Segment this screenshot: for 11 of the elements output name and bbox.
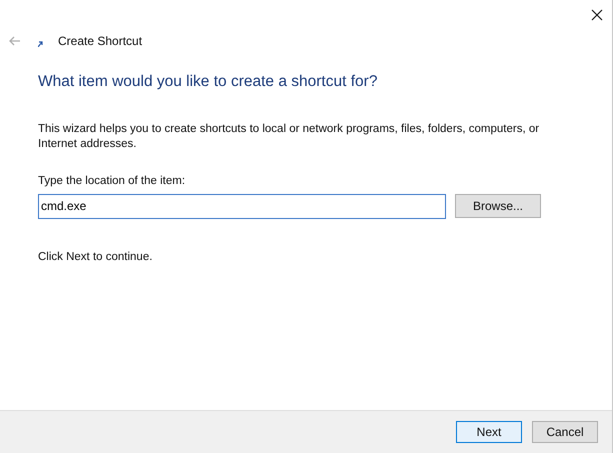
description-text: This wizard helps you to create shortcuts to local or network programs, files, folders, computers, or Internet addresses.: [38, 122, 540, 152]
shortcut-icon: [38, 40, 43, 46]
window-title: Create Shortcut: [58, 33, 142, 50]
browse-button[interactable]: Browse...: [455, 194, 541, 218]
page-heading: What item would you like to create a shortcut for?: [38, 72, 378, 92]
dialog-button[interactable]: Cancel: [532, 421, 598, 443]
close-icon[interactable]: [591, 9, 603, 21]
dialog-button[interactable]: Next: [456, 421, 522, 443]
location-field[interactable]: cmd.exe: [38, 194, 446, 218]
hint-text: Click Next to continue.: [38, 250, 154, 264]
location-label: Type the location of the item:: [38, 174, 186, 190]
